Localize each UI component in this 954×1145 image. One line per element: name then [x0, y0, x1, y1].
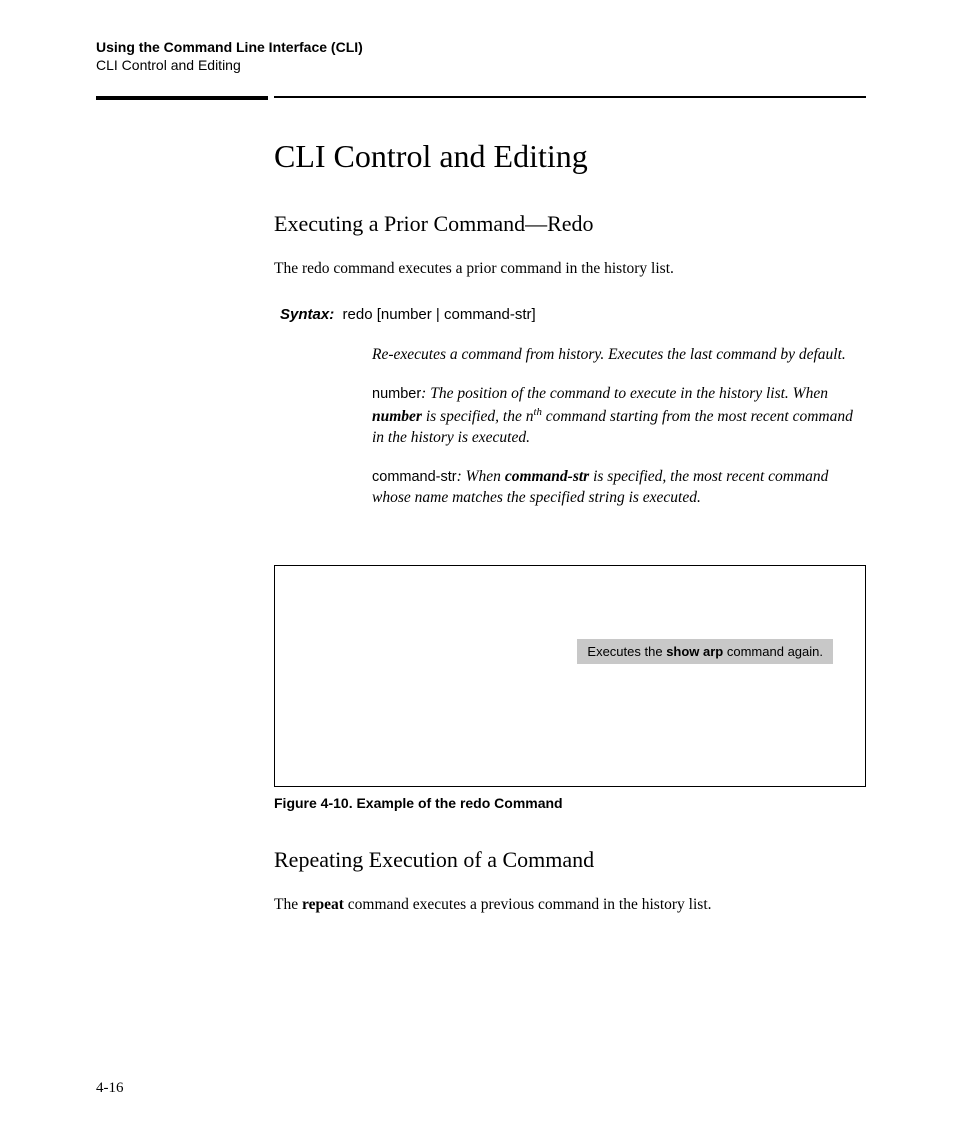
- syntax-command: redo [number | command-str]: [343, 306, 536, 323]
- running-header: Using the Command Line Interface (CLI) C…: [96, 38, 866, 74]
- syntax-line: Syntax: redo [number | command-str]: [280, 306, 866, 323]
- syntax-param-number: number: The position of the command to e…: [372, 384, 866, 449]
- rule-long: [274, 96, 866, 98]
- header-section-title: CLI Control and Editing: [96, 56, 866, 74]
- figure-callout: Executes the show arp command again.: [577, 639, 833, 664]
- param-name-number: number: [372, 386, 421, 402]
- rule-short: [96, 96, 268, 100]
- section-heading-redo: Executing a Prior Command—Redo: [274, 211, 866, 237]
- syntax-description: Re-executes a command from history. Exec…: [372, 345, 866, 366]
- syntax-param-command-str: command-str: When command-str is specifi…: [372, 467, 866, 509]
- param-name-command-str: command-str: [372, 469, 457, 485]
- figure-box: Executes the show arp command again.: [274, 565, 866, 787]
- syntax-block: Syntax: redo [number | command-str] Re-e…: [280, 306, 866, 509]
- main-content: CLI Control and Editing Executing a Prio…: [274, 138, 866, 942]
- intro-paragraph-redo: The redo command executes a prior comman…: [274, 259, 866, 280]
- intro-paragraph-repeat: The repeat command executes a previous c…: [274, 895, 866, 916]
- page-number: 4-16: [96, 1080, 124, 1097]
- figure-caption: Figure 4-10. Example of the redo Command: [274, 795, 866, 811]
- syntax-label: Syntax:: [280, 306, 334, 323]
- section-heading-repeat: Repeating Execution of a Command: [274, 847, 866, 873]
- page-title: CLI Control and Editing: [274, 138, 866, 175]
- header-chapter-title: Using the Command Line Interface (CLI): [96, 38, 866, 56]
